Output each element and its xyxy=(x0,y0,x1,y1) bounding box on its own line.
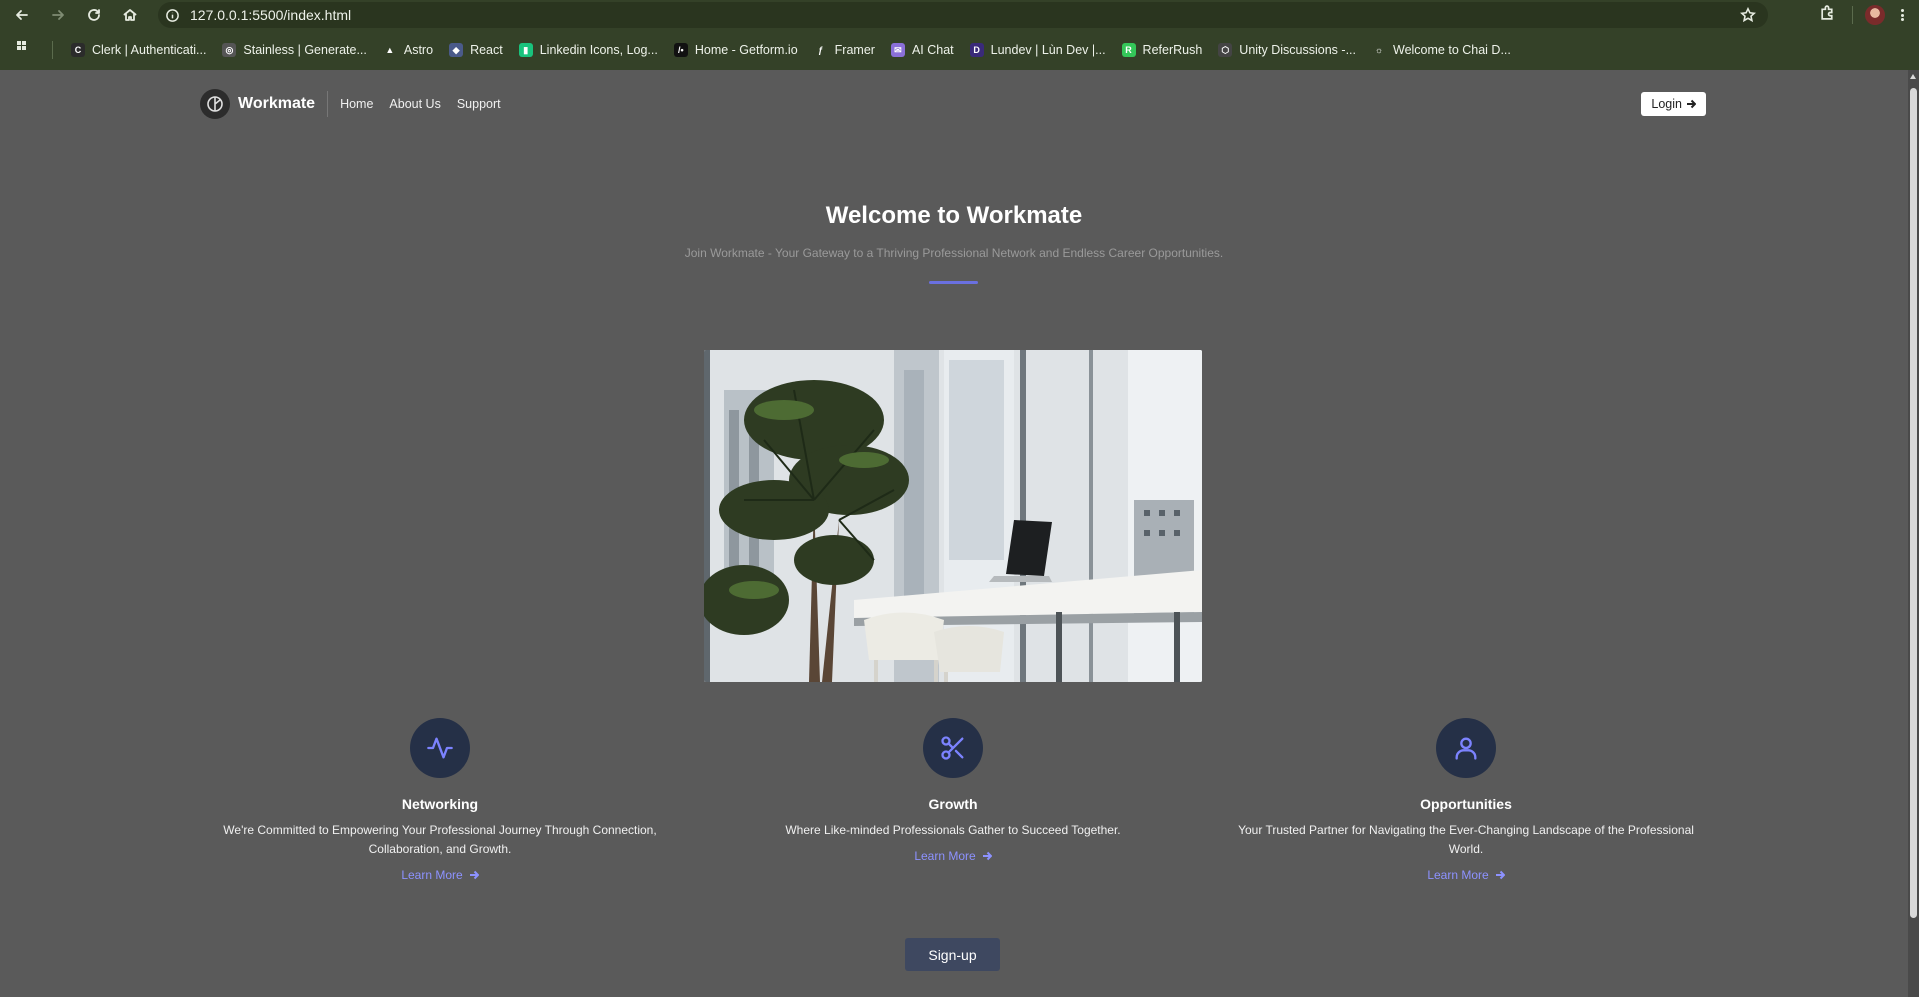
linkedin-icons-icon: ▮ xyxy=(518,43,533,57)
bookmarks-bar: C Clerk | Authenticati... ◎ Stainless | Gen… xyxy=(0,30,1919,70)
learn-more-label: Learn More xyxy=(401,868,463,882)
forward-button[interactable] xyxy=(40,0,76,30)
arrow-right-icon xyxy=(469,870,479,880)
toolbar-divider xyxy=(1852,6,1853,24)
scrollbar-thumb[interactable] xyxy=(1910,88,1917,918)
profile-avatar[interactable] xyxy=(1865,5,1885,25)
home-icon xyxy=(123,9,137,21)
feature-title: Opportunities xyxy=(1420,796,1512,812)
bookmark-label: Astro xyxy=(403,43,434,57)
feature-description: We're Committed to Empowering Your Profe… xyxy=(223,823,657,856)
learn-more-link-networking[interactable]: Learn More xyxy=(401,868,479,882)
apps-grid-icon[interactable] xyxy=(16,40,32,61)
page-scrollbar[interactable] xyxy=(1908,70,1919,997)
bookmark-label: Linkedin Icons, Log... xyxy=(539,43,658,57)
bookmark-label: Stainless | Generate... xyxy=(243,43,367,57)
bookmark-item[interactable]: ◎ Stainless | Generate... xyxy=(214,36,374,64)
bookmark-item[interactable]: D Lundev | Lùn Dev |... xyxy=(962,36,1114,64)
bookmark-label: Framer xyxy=(834,43,875,57)
bookmark-label: Lundev | Lùn Dev |... xyxy=(990,43,1106,57)
url-text: 127.0.0.1:5500/index.html xyxy=(190,7,352,23)
bookmark-item[interactable]: /• Home - Getform.io xyxy=(666,36,806,64)
hero-accent-rule xyxy=(929,281,978,284)
site-header: Workmate Home About Us Support Login xyxy=(200,88,1706,120)
scroll-up-arrow-icon[interactable] xyxy=(1910,74,1916,79)
browser-menu-icon[interactable] xyxy=(1885,0,1919,30)
arrow-left-icon xyxy=(16,10,28,20)
reload-button[interactable] xyxy=(76,0,112,30)
page-viewport: Workmate Home About Us Support Login Wel… xyxy=(0,70,1908,997)
clerk-icon: C xyxy=(71,43,85,57)
home-button[interactable] xyxy=(112,0,148,30)
feature-growth: Growth Where Like-minded Professionals G… xyxy=(713,718,1193,882)
bookmark-label: React xyxy=(470,43,503,57)
bookmarks-divider xyxy=(52,41,53,59)
learn-more-label: Learn More xyxy=(1427,868,1489,882)
reload-icon xyxy=(88,9,100,21)
feature-title: Networking xyxy=(401,796,479,812)
framer-icon: ƒ xyxy=(813,43,828,57)
bookmark-label: Unity Discussions -... xyxy=(1239,43,1356,57)
hero-title: Welcome to Workmate xyxy=(825,202,1083,229)
bookmark-label: Clerk | Authenticati... xyxy=(92,43,207,57)
getform-icon: /• xyxy=(673,43,688,57)
bookmark-star-icon[interactable] xyxy=(1739,6,1757,28)
bookmark-item[interactable]: ✉ AI Chat xyxy=(883,36,962,64)
bookmark-item[interactable]: ▮ Linkedin Icons, Log... xyxy=(511,36,666,64)
learn-more-label: Learn More xyxy=(914,849,976,863)
arrow-right-icon xyxy=(982,851,992,861)
feature-networking: Networking We're Committed to Empowering… xyxy=(200,718,680,882)
bookmark-item[interactable]: ◆ React xyxy=(441,36,511,64)
lundev-icon: D xyxy=(969,43,984,57)
referrush-icon: R xyxy=(1121,43,1136,57)
login-button[interactable]: Login xyxy=(1641,92,1706,116)
chai-icon: ☼ xyxy=(1372,43,1386,57)
learn-more-link-opportunities[interactable]: Learn More xyxy=(1427,868,1505,882)
astro-icon: ▲ xyxy=(382,43,397,57)
feature-title: Growth xyxy=(928,796,978,812)
ai-chat-icon: ✉ xyxy=(890,43,905,57)
bookmark-label: Welcome to Chai D... xyxy=(1393,43,1511,57)
activity-icon xyxy=(410,718,470,778)
features-section: Networking We're Committed to Empowering… xyxy=(200,718,1706,882)
bookmark-item[interactable]: R ReferRush xyxy=(1114,36,1211,64)
nav-link-about-us[interactable]: About Us xyxy=(389,97,440,111)
login-label: Login xyxy=(1651,97,1682,111)
arrow-right-icon xyxy=(52,10,64,20)
workmate-logo-icon[interactable] xyxy=(200,89,230,119)
globe-icon: ◎ xyxy=(222,43,237,57)
bookmark-item[interactable]: ▲ Astro xyxy=(375,36,441,64)
arrow-right-icon xyxy=(1687,99,1696,109)
bookmark-label: ReferRush xyxy=(1142,43,1203,57)
back-button[interactable] xyxy=(4,0,40,30)
extensions-icon[interactable] xyxy=(1819,4,1836,26)
scissors-icon xyxy=(923,718,983,778)
react-icon: ◆ xyxy=(449,43,464,57)
bookmark-item[interactable]: ☼ Welcome to Chai D... xyxy=(1364,36,1519,64)
feature-description: Where Like-minded Professionals Gather t… xyxy=(785,823,1121,837)
bookmark-item[interactable]: ⬡ Unity Discussions -... xyxy=(1210,36,1364,64)
bookmark-item[interactable]: C Clerk | Authenticati... xyxy=(63,36,214,64)
learn-more-link-growth[interactable]: Learn More xyxy=(914,849,992,863)
bookmark-item[interactable]: ƒ Framer xyxy=(806,36,883,64)
browser-toolbar: 127.0.0.1:5500/index.html xyxy=(0,0,1919,30)
arrow-right-icon xyxy=(1495,870,1505,880)
office-hero-image xyxy=(704,350,1202,682)
brand-name[interactable]: Workmate xyxy=(238,95,315,113)
site-info-icon[interactable] xyxy=(158,2,186,28)
user-icon xyxy=(1436,718,1496,778)
header-divider xyxy=(327,91,329,117)
bookmark-label: AI Chat xyxy=(911,43,954,57)
nav-link-support[interactable]: Support xyxy=(457,97,501,111)
address-bar[interactable]: 127.0.0.1:5500/index.html xyxy=(158,2,1768,28)
unity-icon: ⬡ xyxy=(1218,43,1233,57)
nav-link-home[interactable]: Home xyxy=(340,97,373,111)
bookmark-label: Home - Getform.io xyxy=(694,43,798,57)
feature-opportunities: Opportunities Your Trusted Partner for N… xyxy=(1226,718,1706,882)
feature-description: Your Trusted Partner for Navigating the … xyxy=(1238,823,1694,856)
signup-button[interactable]: Sign-up xyxy=(905,938,1000,971)
hero-subtitle: Join Workmate - Your Gateway to a Thrivi… xyxy=(684,246,1224,260)
